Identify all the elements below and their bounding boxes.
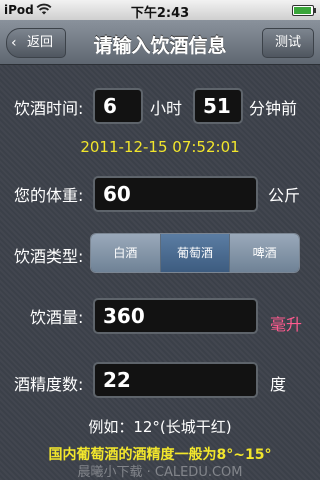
hours-input[interactable]: 6 bbox=[93, 88, 143, 124]
drink-type-segmented-control: 白酒 葡萄酒 啤酒 bbox=[90, 233, 300, 273]
test-button[interactable]: 测试 bbox=[262, 28, 314, 58]
weight-input[interactable]: 60 bbox=[93, 176, 258, 212]
segment-baijiu[interactable]: 白酒 bbox=[91, 234, 161, 272]
segment-wine[interactable]: 葡萄酒 bbox=[160, 234, 231, 272]
weight-label: 您的体重: bbox=[14, 186, 84, 205]
drink-time-label: 饮酒时间: bbox=[14, 99, 84, 118]
segment-beer[interactable]: 啤酒 bbox=[230, 234, 299, 272]
watermark: 晨曦小下载 · CALEDU.COM bbox=[77, 465, 243, 480]
abv-input[interactable]: 22 bbox=[93, 362, 258, 398]
abv-unit: 度 bbox=[270, 375, 287, 394]
amount-label: 饮酒量: bbox=[30, 308, 84, 327]
amount-input[interactable]: 360 bbox=[93, 298, 258, 334]
status-time: 下午2:43 bbox=[130, 6, 190, 21]
drink-type-label: 饮酒类型: bbox=[14, 247, 84, 266]
calculated-datetime: 2011-12-15 07:52:01 bbox=[80, 138, 240, 156]
minutes-unit: 分钟前 bbox=[249, 99, 298, 118]
battery-icon bbox=[292, 5, 316, 16]
hours-unit: 小时 bbox=[150, 99, 183, 118]
nav-bar: ‹ 返回 请输入饮酒信息 测试 bbox=[0, 20, 320, 65]
weight-unit: 公斤 bbox=[268, 186, 301, 205]
amount-unit: 毫升 bbox=[270, 315, 303, 334]
example-text: 例如：12°(长城干红) bbox=[88, 418, 232, 436]
abv-label: 酒精度数: bbox=[14, 375, 84, 394]
minutes-input[interactable]: 51 bbox=[193, 88, 243, 124]
status-bar: iPod 下午2:43 bbox=[0, 0, 320, 21]
